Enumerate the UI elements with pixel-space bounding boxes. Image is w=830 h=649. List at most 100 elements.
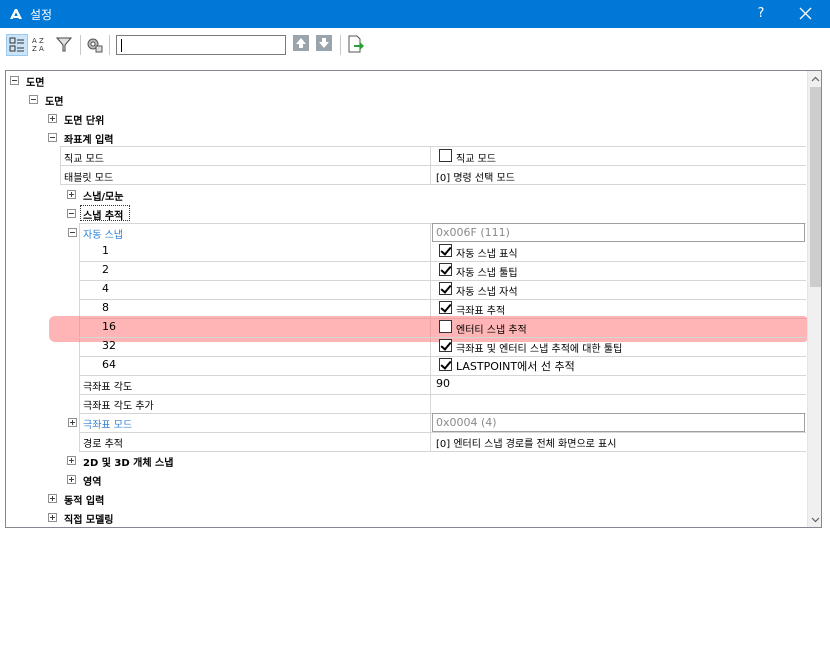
snap-marker-checkbox[interactable] <box>439 244 452 257</box>
checkbox-label: 자동 스냅 표식 <box>456 249 518 260</box>
lastpoint-tracking-checkbox[interactable] <box>439 358 452 371</box>
tree-node-region[interactable]: 영역 <box>6 470 806 489</box>
property-label: 자동 스냅 <box>83 230 123 241</box>
node-label: 동적 입력 <box>64 496 105 507</box>
polar-mode-value-field[interactable]: 0x0004 (4) <box>432 413 805 432</box>
node-label: 좌표계 입력 <box>64 135 114 146</box>
property-label: 극좌표 각도 추가 <box>83 401 154 412</box>
property-label: 경로 추적 <box>83 439 123 450</box>
entity-snap-tracking-checkbox[interactable] <box>439 320 452 333</box>
property-label: 극좌표 각도 <box>83 382 133 393</box>
snap-bit-row[interactable]: 1 자동 스냅 표식 <box>6 242 806 261</box>
alphabetical-view-button[interactable]: A Z Z A <box>30 34 52 56</box>
toolbar: A Z Z A <box>0 28 830 64</box>
property-row-polar-angle-add[interactable]: 극좌표 각도 추가 <box>6 394 806 413</box>
filter-button[interactable] <box>54 34 76 56</box>
tree-node-dynamic-input[interactable]: 동적 입력 <box>6 489 806 508</box>
property-label: 태블릿 모드 <box>64 173 114 184</box>
property-value[interactable]: [0] 엔터티 스냅 경로를 전체 화면으로 표시 <box>436 435 616 450</box>
checkbox-label: 엔터티 스냅 추적 <box>456 325 527 336</box>
snap-bit-row[interactable]: 32 극좌표 및 엔터티 스냅 추적에 대한 툴팁 <box>6 337 806 356</box>
collapse-icon[interactable] <box>68 228 77 237</box>
tree-node-coord-input[interactable]: 좌표계 입력 <box>6 128 806 147</box>
move-down-button[interactable] <box>315 34 337 56</box>
expand-icon[interactable] <box>48 513 57 522</box>
tree-node-2d-3d-snap[interactable]: 2D 및 3D 개체 스냅 <box>6 451 806 470</box>
property-tree[interactable]: 도면 도면 도면 단위 좌표계 입력 직교 모드 직교 모드 태블릿 모드 [0… <box>5 70 822 528</box>
tracking-tooltip-checkbox[interactable] <box>439 339 452 352</box>
scrollbar-thumb[interactable] <box>810 87 821 287</box>
bit-value: 1 <box>102 244 109 257</box>
expand-icon[interactable] <box>67 190 76 199</box>
bit-value: 8 <box>102 301 109 314</box>
expand-icon[interactable] <box>67 475 76 484</box>
text-caret <box>121 39 122 52</box>
tree-node-drawing[interactable]: 도면 <box>6 90 806 109</box>
collapse-icon[interactable] <box>48 133 57 142</box>
ortho-mode-checkbox[interactable] <box>439 149 452 162</box>
node-label: 스냅 추적 <box>83 211 124 222</box>
auto-snap-value-field[interactable]: 0x006F (111) <box>432 223 805 242</box>
property-row-polar-angle[interactable]: 극좌표 각도 90 <box>6 375 806 394</box>
snap-bit-row[interactable]: 4 자동 스냅 자석 <box>6 280 806 299</box>
snap-bit-row[interactable]: 2 자동 스냅 툴팁 <box>6 261 806 280</box>
property-row-tablet-mode[interactable]: 태블릿 모드 [0] 명령 선택 모드 <box>6 166 806 185</box>
property-row-polar-mode[interactable]: 극좌표 모드 0x0004 (4) <box>6 413 806 432</box>
node-label: 영역 <box>83 477 102 488</box>
filter-icon <box>55 37 73 52</box>
node-label: 도면 <box>26 78 45 89</box>
snap-bit-row[interactable]: 64 LASTPOINT에서 선 추적 <box>6 356 806 375</box>
expand-icon[interactable] <box>67 456 76 465</box>
snap-magnet-checkbox[interactable] <box>439 282 452 295</box>
snap-bit-row-highlighted[interactable]: 16 엔터티 스냅 추적 <box>6 318 806 337</box>
close-button[interactable] <box>786 0 826 28</box>
move-up-button[interactable] <box>292 34 314 56</box>
svg-text:Z: Z <box>39 37 44 45</box>
snap-tooltip-checkbox[interactable] <box>439 263 452 276</box>
property-value[interactable]: 90 <box>436 377 450 390</box>
search-input[interactable] <box>116 35 286 55</box>
property-value[interactable]: [0] 명령 선택 모드 <box>436 169 515 184</box>
expand-icon[interactable] <box>48 114 57 123</box>
collapse-icon[interactable] <box>29 95 38 104</box>
property-label: 극좌표 모드 <box>83 420 133 431</box>
tree-node-snap-grid[interactable]: 스냅/모눈 <box>6 185 806 204</box>
expand-icon[interactable] <box>48 494 57 503</box>
close-icon <box>799 7 812 20</box>
settings-options-button[interactable] <box>84 34 106 56</box>
tree-node-drawing-root[interactable]: 도면 <box>6 71 806 90</box>
export-icon <box>348 35 364 53</box>
export-button[interactable] <box>345 34 367 56</box>
node-label: 직접 모델링 <box>64 515 114 526</box>
checkbox-label: 자동 스냅 자석 <box>456 287 518 298</box>
node-label: 스냅/모눈 <box>83 192 124 203</box>
collapse-icon[interactable] <box>10 76 19 85</box>
expand-icon[interactable] <box>68 418 77 427</box>
node-label: 도면 <box>45 97 64 108</box>
bit-value: 16 <box>102 320 116 333</box>
property-label: 직교 모드 <box>64 154 104 165</box>
svg-text:Z: Z <box>32 45 37 53</box>
tree-node-direct-modeling[interactable]: 직접 모델링 <box>6 508 806 527</box>
tree-node-snap-tracking[interactable]: 스냅 추적 <box>6 204 806 223</box>
node-label: 2D 및 3D 개체 스냅 <box>83 458 174 469</box>
bit-value: 2 <box>102 263 109 276</box>
toolbar-separator <box>340 35 341 55</box>
bit-value: 32 <box>102 339 116 352</box>
window-title: 설정 <box>30 8 53 22</box>
help-button[interactable]: ? <box>744 0 778 28</box>
property-row-ortho-mode[interactable]: 직교 모드 직교 모드 <box>6 147 806 166</box>
scroll-down-icon[interactable] <box>811 515 820 524</box>
property-value: 0x0004 (4) <box>436 416 497 429</box>
tree-node-drawing-units[interactable]: 도면 단위 <box>6 109 806 128</box>
scroll-up-icon[interactable] <box>811 75 820 84</box>
categorized-view-button[interactable] <box>6 34 28 56</box>
checkbox-label: 극좌표 및 엔터티 스냅 추적에 대한 툴팁 <box>456 344 623 355</box>
collapse-icon[interactable] <box>67 209 76 218</box>
polar-tracking-checkbox[interactable] <box>439 301 452 314</box>
property-row-auto-snap[interactable]: 자동 스냅 0x006F (111) <box>6 223 806 242</box>
vertical-scrollbar[interactable] <box>807 71 821 527</box>
toolbar-separator <box>80 35 81 55</box>
property-row-path-tracking[interactable]: 경로 추적 [0] 엔터티 스냅 경로를 전체 화면으로 표시 <box>6 432 806 451</box>
svg-text:A: A <box>32 37 37 45</box>
